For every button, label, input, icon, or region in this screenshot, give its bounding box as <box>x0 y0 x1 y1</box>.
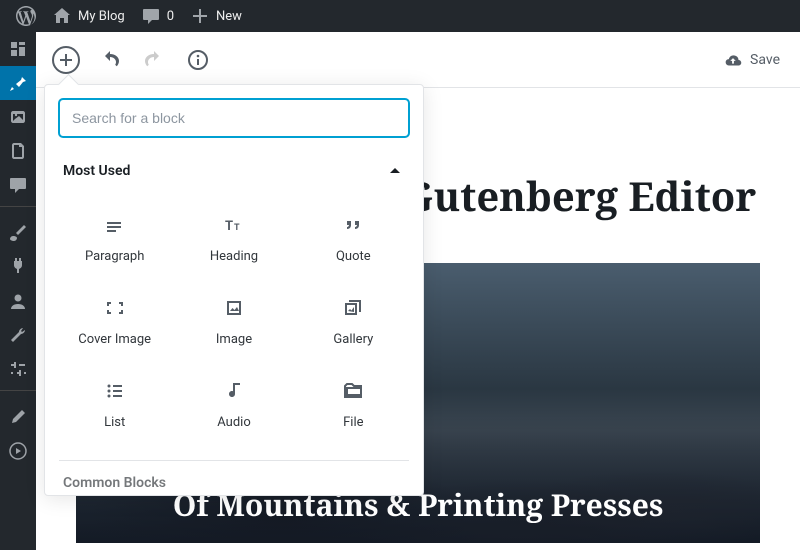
inserter-search-wrap <box>45 85 423 151</box>
play-icon <box>8 441 28 461</box>
sidebar-item-gutenberg[interactable] <box>0 400 36 434</box>
block-grid: Paragraph TT Heading Quote Cover Image I… <box>45 191 423 460</box>
pencil-icon <box>8 407 28 427</box>
file-icon <box>341 379 365 403</box>
comments-count: 0 <box>167 9 174 24</box>
admin-bar: My Blog 0 New <box>0 0 800 32</box>
svg-text:T: T <box>225 219 233 234</box>
sliders-icon <box>8 359 28 379</box>
sidebar-item-play[interactable] <box>0 434 36 468</box>
sidebar-item-users[interactable] <box>0 284 36 318</box>
section-label: Most Used <box>63 163 130 179</box>
image-icon <box>222 296 246 320</box>
section-common-blocks[interactable]: Common Blocks <box>45 461 423 495</box>
block-inserter-panel: Most Used Paragraph TT Heading Quote Cov… <box>44 84 424 496</box>
dashboard-icon <box>8 39 28 59</box>
block-image[interactable]: Image <box>176 282 291 361</box>
comment-icon <box>141 6 161 26</box>
comment-icon <box>8 175 28 195</box>
site-name-link[interactable]: My Blog <box>44 0 133 32</box>
block-label: Paragraph <box>85 249 144 264</box>
save-button[interactable]: Save <box>714 49 788 71</box>
comments-link[interactable]: 0 <box>133 0 182 32</box>
new-content-link[interactable]: New <box>182 0 250 32</box>
home-icon <box>52 6 72 26</box>
sidebar-separator <box>0 390 36 396</box>
sidebar-item-plugins[interactable] <box>0 250 36 284</box>
admin-sidebar <box>0 32 36 550</box>
block-label: Gallery <box>333 332 373 347</box>
sidebar-item-posts[interactable] <box>0 66 36 100</box>
block-heading[interactable]: TT Heading <box>176 199 291 278</box>
cover-image-icon <box>103 296 127 320</box>
redo-button[interactable] <box>136 42 172 78</box>
block-label: Heading <box>210 249 258 264</box>
redo-icon <box>142 48 166 72</box>
block-quote[interactable]: Quote <box>296 199 411 278</box>
quote-icon <box>341 213 365 237</box>
block-gallery[interactable]: Gallery <box>296 282 411 361</box>
block-cover-image[interactable]: Cover Image <box>57 282 172 361</box>
list-icon <box>103 379 127 403</box>
plus-icon <box>190 6 210 26</box>
pages-icon <box>8 141 28 161</box>
paragraph-icon <box>103 213 127 237</box>
sidebar-item-appearance[interactable] <box>0 216 36 250</box>
block-label: Audio <box>217 415 250 430</box>
sidebar-item-settings[interactable] <box>0 352 36 386</box>
block-paragraph[interactable]: Paragraph <box>57 199 172 278</box>
sidebar-item-media[interactable] <box>0 100 36 134</box>
media-icon <box>8 107 28 127</box>
undo-icon <box>98 48 122 72</box>
user-icon <box>8 291 28 311</box>
gallery-icon <box>341 296 365 320</box>
add-block-button[interactable] <box>52 46 80 74</box>
editor-toolbar: Save <box>36 32 800 88</box>
block-label: Image <box>216 332 252 347</box>
cloud-icon <box>722 49 744 71</box>
plus-icon <box>56 50 76 70</box>
sidebar-item-pages[interactable] <box>0 134 36 168</box>
save-label: Save <box>750 52 780 68</box>
site-name: My Blog <box>78 9 125 24</box>
block-label: File <box>343 415 363 430</box>
new-label: New <box>216 9 242 24</box>
wrench-icon <box>8 325 28 345</box>
block-label: List <box>104 415 125 430</box>
pin-icon <box>8 73 28 93</box>
info-button[interactable] <box>180 42 216 78</box>
block-audio[interactable]: Audio <box>176 365 291 444</box>
svg-text:T: T <box>234 223 240 233</box>
heading-icon: TT <box>222 213 246 237</box>
search-input[interactable] <box>59 99 409 137</box>
sidebar-item-tools[interactable] <box>0 318 36 352</box>
sidebar-item-comments[interactable] <box>0 168 36 202</box>
block-list[interactable]: List <box>57 365 172 444</box>
wp-logo[interactable] <box>8 0 44 32</box>
brush-icon <box>8 223 28 243</box>
block-label: Cover Image <box>78 332 151 347</box>
chevron-up-icon <box>385 161 405 181</box>
section-label: Common Blocks <box>63 475 166 491</box>
block-label: Quote <box>336 249 371 264</box>
section-most-used[interactable]: Most Used <box>45 151 423 191</box>
wordpress-icon <box>16 6 36 26</box>
audio-icon <box>222 379 246 403</box>
plug-icon <box>8 257 28 277</box>
sidebar-separator <box>0 206 36 212</box>
undo-button[interactable] <box>92 42 128 78</box>
info-icon <box>186 48 210 72</box>
sidebar-item-dashboard[interactable] <box>0 32 36 66</box>
block-file[interactable]: File <box>296 365 411 444</box>
